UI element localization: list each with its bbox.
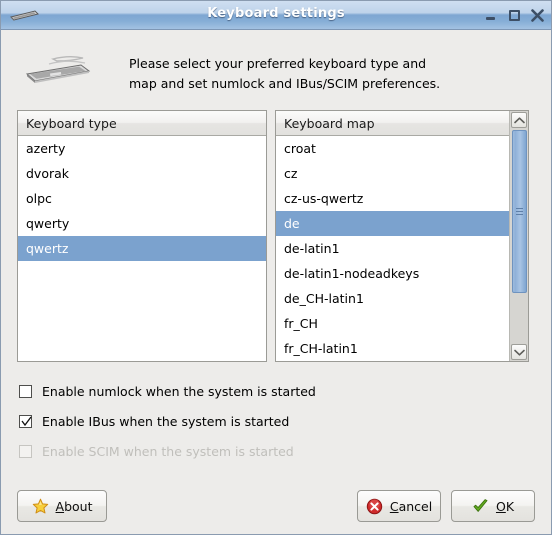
about-button[interactable]: About (17, 490, 107, 522)
list-item[interactable]: dvorak (18, 161, 266, 186)
keyboard-type-column-header[interactable]: Keyboard type (18, 111, 266, 136)
numlock-option-label: Enable numlock when the system is starte… (42, 383, 316, 399)
cancel-button-label: Cancel (390, 499, 432, 514)
keyboard-map-listbox[interactable]: Keyboard map croat cz cz-us-qwertz de de… (275, 110, 529, 362)
instruction-line-1: Please select your preferred keyboard ty… (129, 56, 427, 71)
window-keyboard-icon (9, 6, 39, 24)
scrollbar-grip-icon (516, 207, 523, 216)
minimize-icon[interactable] (485, 9, 498, 22)
cancel-mnemonic: C (389, 498, 399, 514)
keyboard-type-listbox[interactable]: Keyboard type azerty dvorak olpc qwerty … (17, 110, 267, 362)
keyboard-map-viewport: Keyboard map croat cz cz-us-qwertz de de… (276, 111, 509, 361)
keyboard-map-column-header[interactable]: Keyboard map (276, 111, 509, 136)
list-item[interactable]: de-latin1 (276, 236, 509, 261)
list-item[interactable]: azerty (18, 136, 266, 161)
chevron-up-icon[interactable] (511, 112, 527, 128)
ibus-option-label: Enable IBus when the system is started (42, 413, 290, 429)
ok-button-label: OK (496, 499, 514, 514)
instruction-header: Please select your preferred keyboard ty… (1, 30, 551, 110)
scrollbar-thumb[interactable] (512, 130, 527, 293)
check-icon (21, 416, 32, 430)
options-group: Enable numlock when the system is starte… (1, 362, 551, 466)
list-item[interactable]: de-latin1-nodeadkeys (276, 261, 509, 286)
titlebar[interactable]: Keyboard settings (1, 1, 551, 30)
list-item[interactable]: cz (276, 161, 509, 186)
list-panels: Keyboard type azerty dvorak olpc qwerty … (1, 110, 551, 362)
instruction-text: Please select your preferred keyboard ty… (129, 54, 533, 94)
close-icon[interactable] (531, 9, 544, 22)
window-title: Keyboard settings (207, 6, 345, 21)
numlock-option-row[interactable]: Enable numlock when the system is starte… (19, 376, 533, 406)
chevron-down-icon[interactable] (511, 344, 527, 360)
check-icon (472, 498, 489, 515)
ok-mnemonic: O (495, 498, 506, 514)
list-item[interactable]: qwerty (18, 211, 266, 236)
cancel-button[interactable]: Cancel (357, 490, 441, 522)
list-item[interactable]: croat (276, 136, 509, 161)
about-mnemonic: A (55, 498, 65, 514)
about-button-label: About (56, 499, 93, 514)
cancel-icon (366, 498, 383, 515)
window-controls (485, 1, 544, 30)
numlock-checkbox[interactable] (19, 384, 32, 398)
ibus-checkbox[interactable] (19, 414, 32, 430)
list-item[interactable]: fr_CH-latin1 (276, 336, 509, 361)
keyboard-map-scrollbar[interactable] (509, 111, 528, 361)
scim-checkbox (19, 444, 32, 458)
cancel-rest: ancel (398, 498, 433, 514)
keyboard-settings-window: Keyboard settings Please select your pre… (0, 0, 552, 535)
list-item[interactable]: fr_CH (276, 311, 509, 336)
list-item[interactable]: cz-us-qwertz (276, 186, 509, 211)
ibus-option-row[interactable]: Enable IBus when the system is started (19, 406, 533, 436)
instruction-line-2: map and set numlock and IBus/SCIM prefer… (129, 76, 441, 91)
ok-rest: K (505, 498, 515, 514)
dialog-content: Please select your preferred keyboard ty… (1, 30, 551, 534)
list-item-selected[interactable]: qwertz (18, 236, 266, 261)
scim-option-label: Enable SCIM when the system is started (42, 443, 294, 459)
keyboard-type-rows: azerty dvorak olpc qwerty qwertz (18, 136, 266, 261)
star-icon (32, 498, 49, 515)
ok-button[interactable]: OK (451, 490, 535, 522)
list-item-selected[interactable]: de (276, 211, 509, 236)
scim-option-row: Enable SCIM when the system is started (19, 436, 533, 466)
list-item[interactable]: de_CH-latin1 (276, 286, 509, 311)
keyboard-map-rows: croat cz cz-us-qwertz de de-latin1 de-la… (276, 136, 509, 361)
keyboard-illustration-icon (19, 52, 129, 96)
maximize-icon[interactable] (508, 9, 521, 22)
list-item[interactable]: olpc (18, 186, 266, 211)
dialog-action-bar: About Cancel OK (1, 488, 551, 524)
about-rest: bout (64, 498, 93, 514)
